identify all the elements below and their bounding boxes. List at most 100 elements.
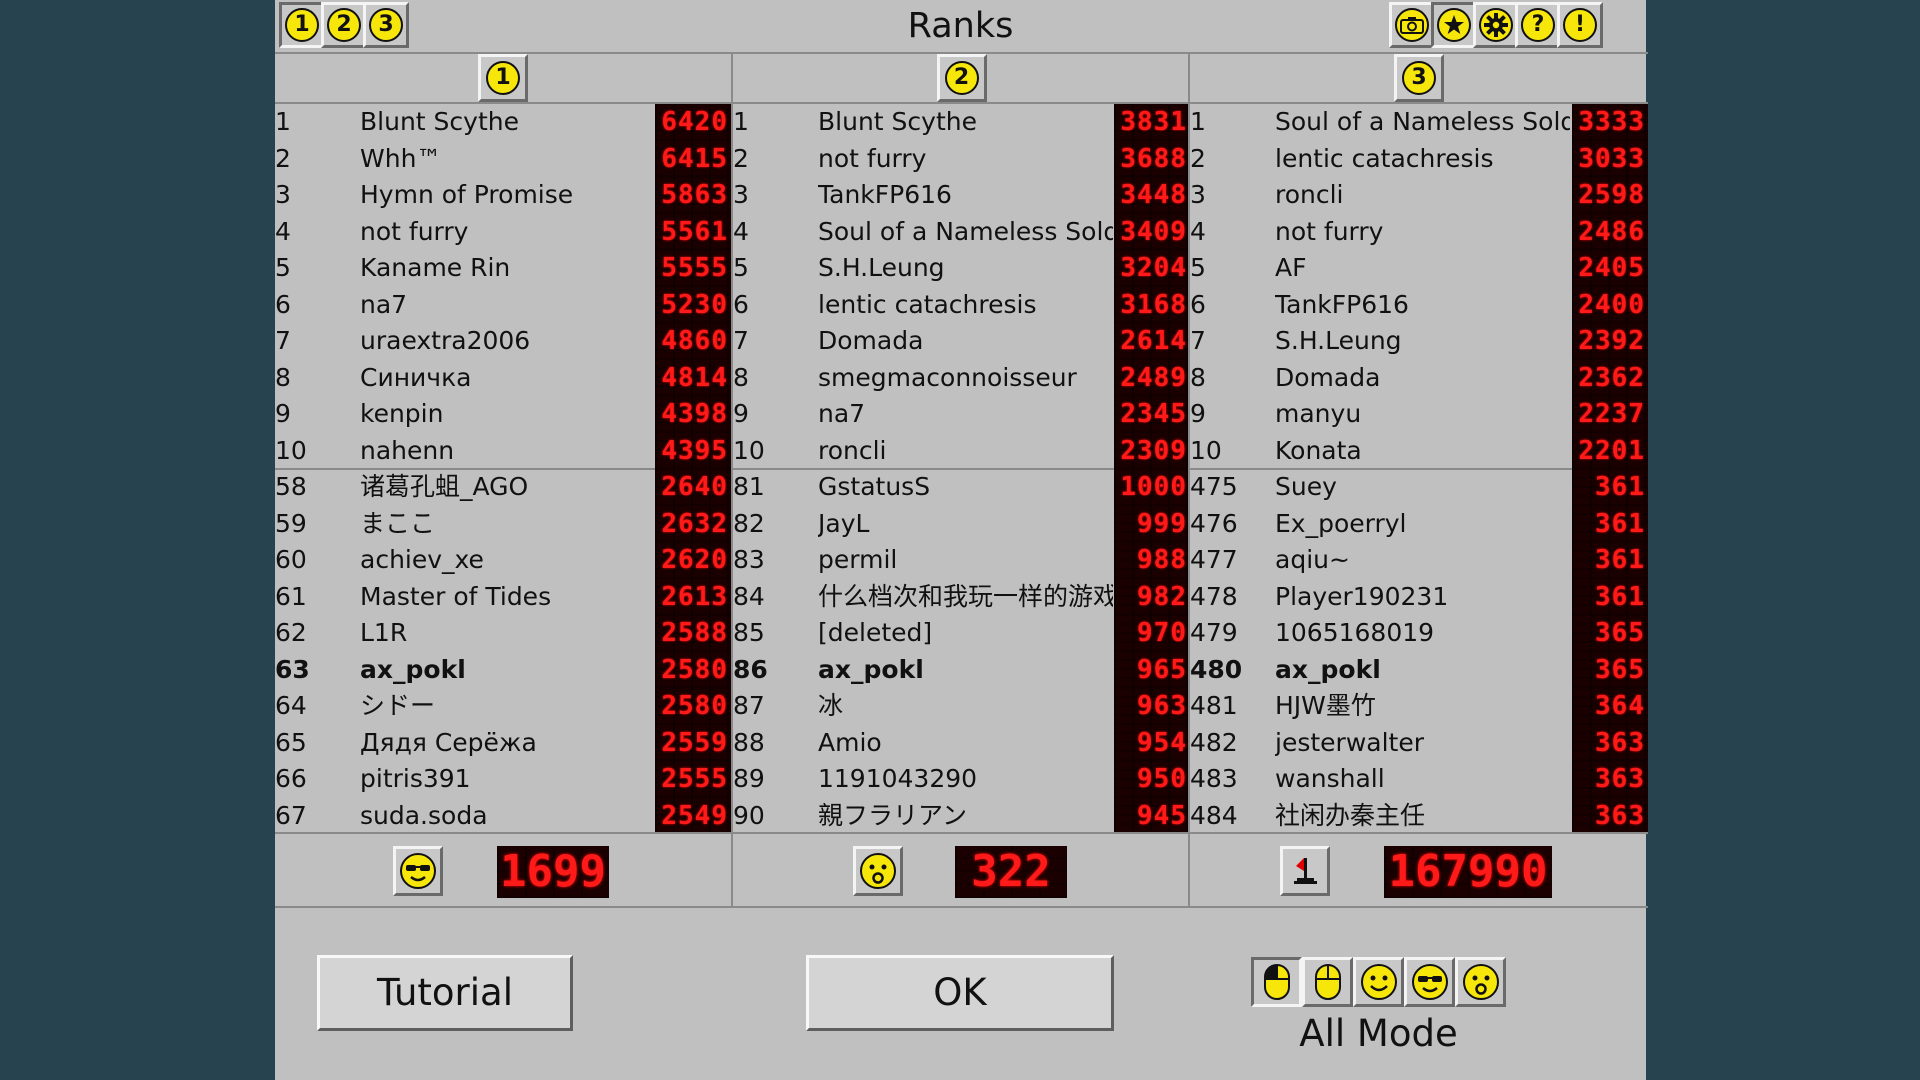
rank-number: 483 xyxy=(1190,764,1238,793)
rank-number: 6 xyxy=(733,289,749,319)
column-footer: 322 xyxy=(733,832,1190,908)
player-name: nahenn xyxy=(360,435,455,465)
rank-number: 4 xyxy=(733,216,749,246)
score-display: 3448 xyxy=(1114,177,1190,214)
rank-row: 476 Ex_poerryl 361 xyxy=(1190,505,1648,542)
rank-number: 88 xyxy=(733,727,765,757)
score-display: 965 xyxy=(1114,651,1190,688)
rank-list: 1 Blunt Scythe 3831 2 not furry 3688 3 TankFP61… xyxy=(733,104,1190,834)
screenshot-button[interactable] xyxy=(1389,2,1435,48)
number-2-icon: 2 xyxy=(944,61,979,95)
mode-face-button[interactable] xyxy=(853,846,903,896)
rank-number: 83 xyxy=(733,545,765,574)
rank-number: 3 xyxy=(733,180,749,209)
player-name: Синичка xyxy=(360,362,472,392)
score-display: 2640 xyxy=(655,469,731,506)
player-name: Suey xyxy=(1275,472,1337,501)
score-display: 999 xyxy=(1114,505,1190,542)
player-name: L1R xyxy=(360,618,408,647)
score-display: 2614 xyxy=(1114,323,1190,360)
sunglasses-face-icon xyxy=(1411,964,1448,1000)
sunglasses-face-icon xyxy=(400,853,436,889)
rank-number: 87 xyxy=(733,691,765,720)
rank-row: 6 na7 5230 xyxy=(275,286,731,323)
score-display: 2613 xyxy=(655,578,731,615)
rank-number: 85 xyxy=(733,618,765,647)
mode-flag-button[interactable] xyxy=(1280,846,1330,896)
score-display: 988 xyxy=(1114,542,1190,579)
player-name: 什么档次和我玩一样的游戏 xyxy=(818,581,1113,611)
ok-button[interactable]: OK xyxy=(806,955,1114,1031)
rank-row: 475 Suey 361 xyxy=(1190,469,1648,506)
rank-number: 6 xyxy=(1190,289,1206,319)
rank-number: 5 xyxy=(275,253,291,282)
rank-row: 60 achiev_xe 2620 xyxy=(275,542,731,579)
rank-row: 89 1191043290 950 xyxy=(733,761,1190,798)
rank-number: 8 xyxy=(733,362,749,392)
player-name: roncli xyxy=(818,435,887,465)
rank-number: 9 xyxy=(275,399,291,428)
score-display: 363 xyxy=(1572,797,1648,834)
rank-number: 10 xyxy=(275,435,307,465)
player-name: TankFP616 xyxy=(1275,289,1409,319)
rank-number: 2 xyxy=(733,143,749,173)
mode-smiley-button[interactable] xyxy=(1353,957,1404,1007)
rank-row: 484 社闲办秦主任 363 xyxy=(1190,797,1648,834)
rank-number: 4 xyxy=(1190,216,1206,246)
mode-mouse-button[interactable] xyxy=(1302,957,1353,1007)
rank-row: 5 AF 2405 xyxy=(1190,250,1648,287)
help-button[interactable]: ? xyxy=(1515,2,1561,48)
rank-number: 67 xyxy=(275,800,307,830)
column-1-button[interactable]: 1 xyxy=(478,54,528,102)
rank-row: 85 [deleted] 970 xyxy=(733,615,1190,652)
player-name: ax_pokl xyxy=(818,654,924,684)
player-name: uraextra2006 xyxy=(360,326,531,355)
tutorial-button[interactable]: Tutorial xyxy=(317,955,573,1031)
mode-face-button[interactable] xyxy=(393,846,443,896)
rank-list: 1 Blunt Scythe 6420 2 Whh™ 6415 3 Hymn of Promi… xyxy=(275,104,731,834)
score-display: 2580 xyxy=(655,688,731,725)
player-name: まここ xyxy=(360,508,436,538)
rank-number: 2 xyxy=(275,143,291,173)
rank-number: 482 xyxy=(1190,727,1238,757)
player-name: 社闲办秦主任 xyxy=(1275,800,1426,830)
column-2-button[interactable]: 2 xyxy=(936,54,987,102)
score-display: 6420 xyxy=(655,104,731,141)
rank-row: 61 Master of Tides 2613 xyxy=(275,578,731,615)
player-name: Kaname Rin xyxy=(360,253,511,282)
score-display: 3409 xyxy=(1114,213,1190,250)
player-name: 親フラリアン xyxy=(818,800,968,830)
rank-row: 10 nahenn 4395 xyxy=(275,432,731,469)
rank-row: 65 Дядя Серёжа 2559 xyxy=(275,724,731,761)
player-name: HJW墨竹 xyxy=(1275,691,1376,720)
info-button[interactable]: ! xyxy=(1557,2,1603,48)
score-display: 2559 xyxy=(655,724,731,761)
score-display: 4860 xyxy=(655,323,731,360)
rank-row: 9 kenpin 4398 xyxy=(275,396,731,433)
mode-left-click-button[interactable] xyxy=(1251,957,1302,1007)
player-name: not furry xyxy=(1275,216,1384,246)
score-display: 3204 xyxy=(1114,250,1190,287)
rank-number: 10 xyxy=(1190,435,1222,465)
rank-row: 7 Domada 2614 xyxy=(733,323,1190,360)
score-display: 2309 xyxy=(1114,432,1190,469)
score-display: 2237 xyxy=(1572,396,1648,433)
rank-row: 6 lentic catachresis 3168 xyxy=(733,286,1190,323)
rank-row: 3 Hymn of Promise 5863 xyxy=(275,177,731,214)
settings-button[interactable] xyxy=(1473,2,1519,48)
score-display: 2598 xyxy=(1572,177,1648,214)
mode-sunglasses-button[interactable] xyxy=(1404,957,1455,1007)
ranks-window: 1 2 3 Ranks ? ! 1 1 Blunt Scythe 6420 2 … xyxy=(275,0,1648,1080)
score-display: 982 xyxy=(1114,578,1190,615)
column-3-button[interactable]: 3 xyxy=(1394,54,1444,102)
rank-row: 90 親フラリアン 945 xyxy=(733,797,1190,834)
mode-surprised-button[interactable] xyxy=(1455,957,1506,1007)
rank-number: 484 xyxy=(1190,800,1238,830)
rank-number: 7 xyxy=(275,326,291,355)
rank-number: 65 xyxy=(275,727,307,757)
rank-row: 479 1065168019 365 xyxy=(1190,615,1648,652)
score-display: 945 xyxy=(1114,797,1190,834)
gear-icon xyxy=(1479,8,1513,42)
rank-number: 4 xyxy=(275,216,291,246)
ranks-button[interactable] xyxy=(1431,2,1477,48)
